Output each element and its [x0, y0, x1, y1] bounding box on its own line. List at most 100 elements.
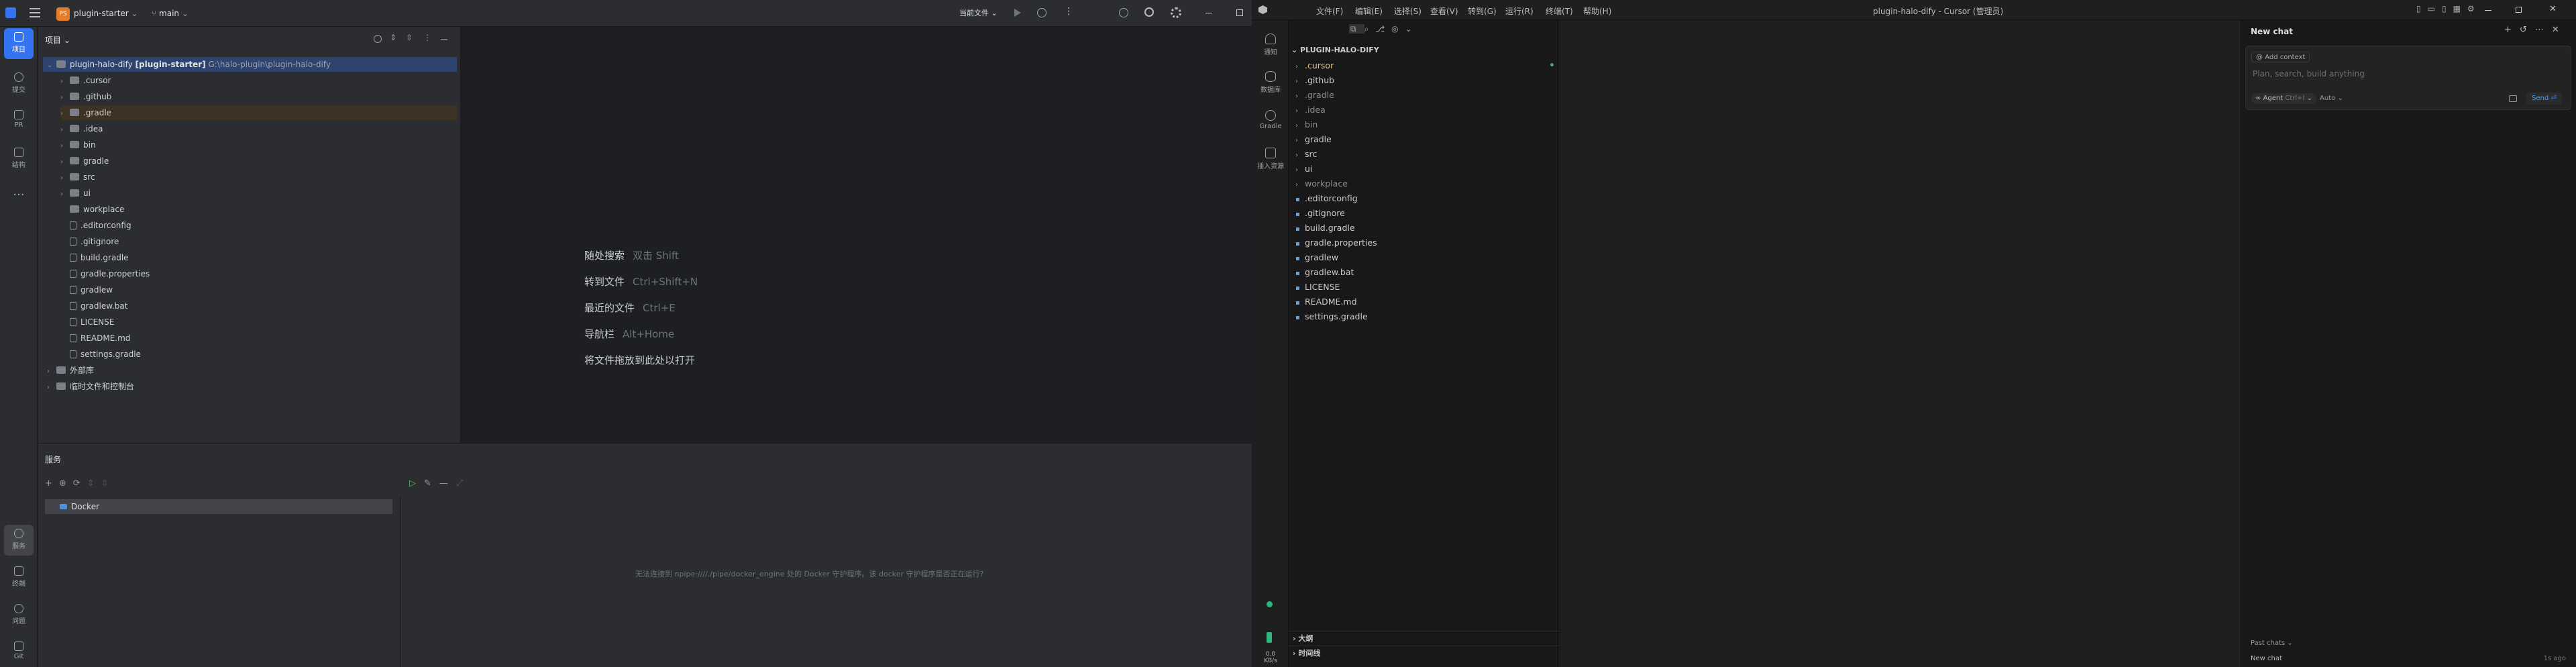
- stripe-project[interactable]: 项目: [4, 28, 34, 59]
- expand-icon[interactable]: ⇕: [87, 478, 101, 489]
- chevron-down-icon[interactable]: ⌄: [1405, 24, 1419, 34]
- agent-mode-selector[interactable]: ∞ Agent Ctrl+I ⌄: [2251, 93, 2317, 104]
- explorer-item[interactable]: › .gradle: [1295, 88, 1334, 103]
- tree-item[interactable]: › gradle: [60, 154, 457, 168]
- explorer-item[interactable]: › .github: [1295, 73, 1334, 88]
- tree-item[interactable]: .gitignore: [60, 234, 457, 249]
- model-selector[interactable]: Auto ⌄: [2320, 93, 2343, 104]
- edit-icon[interactable]: ✎: [424, 478, 439, 489]
- stripe-pull-requests[interactable]: PR: [4, 106, 34, 137]
- gradle-button[interactable]: Gradle: [1256, 110, 1285, 130]
- send-button[interactable]: Send ⏎: [2526, 93, 2562, 105]
- explorer-root-header[interactable]: ⌄ PLUGIN-HALO-DIFY: [1291, 46, 1379, 54]
- explorer-item[interactable]: ▪ build.gradle: [1295, 221, 1355, 236]
- tree-item[interactable]: gradlew.bat: [60, 299, 457, 313]
- run-config-selector[interactable]: 当前文件 ⌄: [959, 7, 998, 18]
- user-icon[interactable]: [1119, 8, 1128, 17]
- more-actions-icon[interactable]: ⋮: [1064, 6, 1073, 17]
- insert-resource-button[interactable]: 插入资源: [1256, 148, 1285, 170]
- close-icon[interactable]: ✕: [2549, 4, 2557, 14]
- menu-item[interactable]: 转到(G): [1468, 5, 1497, 17]
- explorer-item[interactable]: ▪ .gitignore: [1295, 206, 1345, 221]
- options-icon[interactable]: ⋮: [423, 33, 431, 42]
- main-menu-icon[interactable]: [30, 8, 40, 17]
- menu-item[interactable]: 编辑(E): [1355, 5, 1383, 17]
- branch-switcher[interactable]: ⑂ main ⌄: [152, 6, 189, 21]
- image-icon[interactable]: [2509, 95, 2517, 102]
- toggle-panel-icon[interactable]: ▭: [2428, 4, 2442, 13]
- minimize-icon[interactable]: [2485, 10, 2491, 11]
- collapse-icon[interactable]: ⇳: [101, 478, 115, 489]
- toggle-secondary-sidebar-icon[interactable]: ▯: [2442, 4, 2453, 13]
- explorer-item[interactable]: ▪ gradlew.bat: [1295, 265, 1354, 280]
- stripe-services[interactable]: 服务: [4, 525, 34, 556]
- stripe-git[interactable]: Git: [4, 637, 34, 667]
- explorer-item[interactable]: ▪ settings.gradle: [1295, 309, 1368, 324]
- settings-gear-icon[interactable]: ⚙: [2467, 4, 2481, 13]
- tree-item[interactable]: build.gradle: [60, 250, 457, 265]
- run-icon[interactable]: [1014, 9, 1021, 17]
- project-switcher[interactable]: PS plugin-starter ⌄: [56, 6, 138, 21]
- tree-item[interactable]: › .gradle: [60, 105, 457, 120]
- add-service-icon[interactable]: +: [45, 478, 59, 489]
- explorer-item[interactable]: › .idea: [1295, 103, 1326, 117]
- menu-item[interactable]: 终端(T): [1546, 5, 1573, 17]
- tree-item[interactable]: › 临时文件和控制台: [47, 379, 457, 394]
- tree-item[interactable]: gradle.properties: [60, 266, 457, 281]
- locate-icon[interactable]: [374, 35, 382, 43]
- menu-item[interactable]: 运行(R): [1505, 5, 1534, 17]
- restore-icon[interactable]: [1236, 9, 1243, 16]
- tree-item[interactable]: README.md: [60, 331, 457, 346]
- expand-all-icon[interactable]: ⇕: [390, 33, 396, 42]
- stripe-structure[interactable]: 结构: [4, 144, 34, 174]
- tree-item[interactable]: › .cursor: [60, 73, 457, 88]
- open-external-icon[interactable]: ⤢: [456, 478, 471, 489]
- past-chat-item[interactable]: New chat 1s ago: [2251, 655, 2566, 662]
- explorer-item[interactable]: › bin: [1295, 117, 1318, 132]
- stripe-commit[interactable]: 提交: [4, 68, 34, 99]
- database-button[interactable]: 数据库: [1256, 71, 1285, 94]
- more-icon[interactable]: ⋯: [2535, 25, 2552, 35]
- tree-item[interactable]: .editorconfig: [60, 218, 457, 233]
- past-chats-header[interactable]: Past chats ⌄: [2251, 639, 2293, 647]
- chat-tab-title[interactable]: New chat: [2251, 27, 2293, 36]
- tree-item[interactable]: settings.gradle: [60, 347, 457, 362]
- debug-icon[interactable]: [1037, 8, 1046, 17]
- search-icon[interactable]: ⌕: [1364, 24, 1376, 34]
- more-tools-icon[interactable]: ···: [4, 188, 34, 219]
- explorer-item[interactable]: ▪ .editorconfig: [1295, 191, 1358, 206]
- explorer-item[interactable]: › .cursor: [1295, 58, 1334, 73]
- hide-panel-icon[interactable]: [441, 39, 447, 40]
- explorer-item[interactable]: › src: [1295, 147, 1317, 162]
- tree-item[interactable]: LICENSE: [60, 315, 457, 329]
- search-icon[interactable]: [1144, 7, 1154, 17]
- extensions-icon[interactable]: ◎: [1391, 24, 1405, 34]
- close-chat-icon[interactable]: ✕: [2552, 25, 2567, 35]
- outline-section[interactable]: › 大纲: [1289, 631, 1560, 646]
- stripe-problems[interactable]: 问题: [4, 600, 34, 631]
- chat-input-box[interactable]: @ Add context Plan, search, build anythi…: [2245, 46, 2571, 110]
- explorer-item[interactable]: ▪ gradle.properties: [1295, 236, 1377, 250]
- tree-item[interactable]: workplace: [60, 202, 457, 217]
- explorer-item[interactable]: › ui: [1295, 162, 1312, 176]
- toggle-primary-sidebar-icon[interactable]: ▯: [2416, 4, 2428, 13]
- restore-icon[interactable]: [2516, 7, 2522, 13]
- explorer-item[interactable]: ▪ LICENSE: [1295, 280, 1340, 295]
- explorer-files-icon[interactable]: ⧉: [1349, 24, 1364, 34]
- tree-item[interactable]: › src: [60, 170, 457, 185]
- menu-item[interactable]: 选择(S): [1394, 5, 1421, 17]
- explorer-item[interactable]: › gradle: [1295, 132, 1332, 147]
- run-service-icon[interactable]: ▷: [409, 478, 424, 489]
- stripe-terminal[interactable]: 终端: [4, 562, 34, 593]
- history-icon[interactable]: ↺: [2520, 25, 2535, 35]
- tree-item[interactable]: › bin: [60, 138, 457, 152]
- menu-item[interactable]: 文件(F): [1316, 5, 1343, 17]
- source-control-icon[interactable]: ⎇: [1375, 24, 1391, 34]
- new-chat-plus-icon[interactable]: +: [2504, 25, 2520, 35]
- tree-item[interactable]: gradlew: [60, 283, 457, 297]
- tree-item[interactable]: › ui: [60, 186, 457, 201]
- menu-item[interactable]: 查看(V): [1430, 5, 1458, 17]
- menu-item[interactable]: 帮助(H): [1583, 5, 1611, 17]
- project-panel-header[interactable]: 项目 ⌄: [45, 34, 70, 46]
- docker-service-row[interactable]: Docker: [45, 499, 392, 514]
